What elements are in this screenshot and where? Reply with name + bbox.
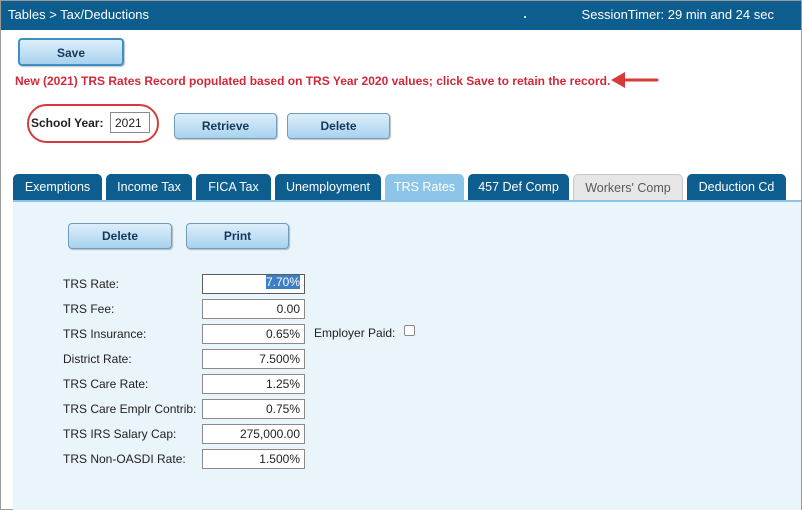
tab-exemptions[interactable]: Exemptions bbox=[13, 174, 102, 200]
tab-unemployment[interactable]: Unemployment bbox=[275, 174, 381, 200]
employer-paid-checkbox[interactable] bbox=[404, 325, 415, 336]
trs-care-emplr-contrib-input[interactable] bbox=[202, 399, 305, 419]
trs-fee-input[interactable] bbox=[202, 299, 305, 319]
tab-fica-tax[interactable]: FICA Tax bbox=[196, 174, 271, 200]
trs-non-oasdi-rate-input[interactable] bbox=[202, 449, 305, 469]
trs-fee-label: TRS Fee: bbox=[63, 302, 115, 316]
panel-delete-button[interactable]: Delete bbox=[68, 223, 172, 249]
trs-insurance-label: TRS Insurance: bbox=[63, 327, 147, 341]
trs-care-emplr-contrib-label: TRS Care Emplr Contrib: bbox=[63, 402, 197, 416]
trs-rate-input[interactable]: 7.70% bbox=[202, 274, 305, 294]
tab-bar: Exemptions Income Tax FICA Tax Unemploym… bbox=[13, 174, 788, 201]
employer-paid-label: Employer Paid: bbox=[314, 326, 396, 340]
annotation-arrow-icon bbox=[611, 72, 659, 88]
delete-button[interactable]: Delete bbox=[287, 113, 390, 139]
session-timer: SessionTimer: 29 min and 24 sec bbox=[581, 7, 774, 22]
trs-rate-label: TRS Rate: bbox=[63, 277, 120, 291]
tab-income-tax[interactable]: Income Tax bbox=[106, 174, 192, 200]
school-year-label: School Year: bbox=[31, 116, 104, 130]
breadcrumb: Tables > Tax/Deductions bbox=[8, 7, 150, 22]
trs-non-oasdi-rate-label: TRS Non-OASDI Rate: bbox=[63, 452, 186, 466]
district-rate-label: District Rate: bbox=[63, 352, 132, 366]
trs-care-rate-label: TRS Care Rate: bbox=[63, 377, 149, 391]
trs-irs-salary-cap-label: TRS IRS Salary Cap: bbox=[63, 427, 177, 441]
trs-irs-salary-cap-input[interactable] bbox=[202, 424, 305, 444]
school-year-input[interactable] bbox=[110, 112, 150, 133]
tab-trs-rates[interactable]: TRS Rates bbox=[385, 174, 464, 200]
divider-dot bbox=[524, 16, 526, 18]
top-bar: Tables > Tax/Deductions SessionTimer: 29… bbox=[1, 1, 801, 30]
save-button[interactable]: Save bbox=[18, 38, 124, 66]
tab-deduction-cd[interactable]: Deduction Cd bbox=[687, 174, 786, 200]
trs-care-rate-input[interactable] bbox=[202, 374, 305, 394]
retrieve-button[interactable]: Retrieve bbox=[174, 113, 277, 139]
tab-457-def-comp[interactable]: 457 Def Comp bbox=[468, 174, 569, 200]
trs-insurance-input[interactable] bbox=[202, 324, 305, 344]
panel-print-button[interactable]: Print bbox=[186, 223, 289, 249]
tab-workers-comp: Workers' Comp bbox=[573, 174, 683, 200]
district-rate-input[interactable] bbox=[202, 349, 305, 369]
status-message: New (2021) TRS Rates Record populated ba… bbox=[15, 74, 611, 88]
trs-rate-value: 7.70% bbox=[265, 275, 300, 289]
